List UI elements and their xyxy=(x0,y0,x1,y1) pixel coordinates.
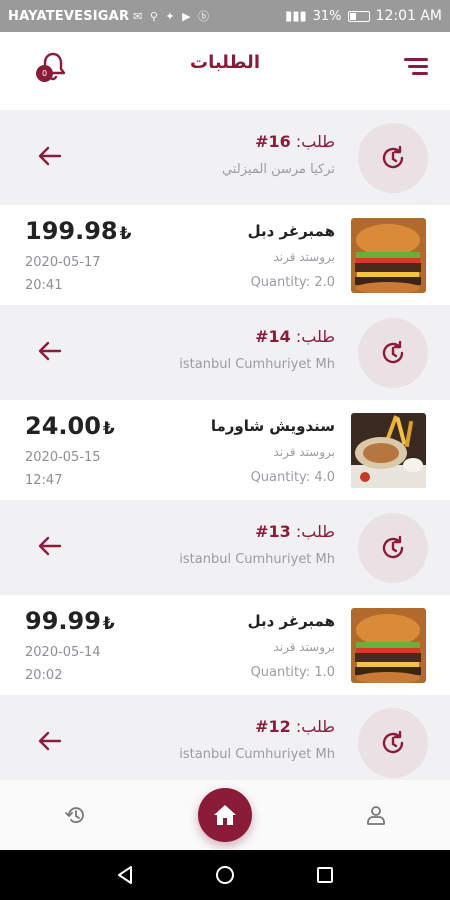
arrow-left-icon[interactable] xyxy=(36,339,64,363)
order-number: طلب: 14# xyxy=(255,327,335,346)
item-price: 24.00 ₺ xyxy=(25,412,115,440)
home-circle-icon[interactable] xyxy=(214,864,236,886)
screen: HAYATEVESIGAR ✉ ⚲ ✦ ▶ ⓑ ▮▮▮ 31% 12:01 AM… xyxy=(0,0,450,900)
order-label: طلب: xyxy=(295,132,335,151)
item-name: همبرغر دبل xyxy=(247,222,335,240)
app-header: 0 الطلبات xyxy=(0,32,450,110)
order-status-button[interactable] xyxy=(358,123,428,193)
order-status-button[interactable] xyxy=(358,513,428,583)
burger-image xyxy=(351,608,426,683)
back-icon[interactable] xyxy=(114,864,136,886)
item-quantity: Quantity: 2.0 xyxy=(250,275,335,290)
order-header[interactable]: طلب: 14# istanbul Cumhuriyet Mh xyxy=(0,305,450,400)
order-header[interactable]: طلب: 16# تركيا مرسن الميزلتي xyxy=(0,110,450,205)
item-brand: بروستد قرند xyxy=(273,445,335,459)
arrow-left-icon[interactable] xyxy=(36,534,64,558)
orders-list[interactable]: طلب: 16# تركيا مرسن الميزلتي همبرغر دبل … xyxy=(0,110,450,780)
item-brand: بروستد قرند xyxy=(273,250,335,264)
arrow-left-icon[interactable] xyxy=(36,144,64,168)
order-label: طلب: xyxy=(295,717,335,736)
history-icon xyxy=(382,340,404,364)
order-header[interactable]: طلب: 12# istanbul Cumhuriyet Mh xyxy=(0,695,450,780)
item-brand: بروستد قرند xyxy=(273,640,335,654)
currency-symbol: ₺ xyxy=(102,419,115,439)
recent-apps-icon[interactable] xyxy=(315,865,335,885)
battery-icon xyxy=(347,10,370,22)
price-value: 24.00 xyxy=(25,412,101,440)
order-address: istanbul Cumhuriyet Mh xyxy=(179,747,335,762)
user-icon[interactable] xyxy=(364,803,388,827)
notification-icons: ✉ ⚲ ✦ ▶ ⓑ xyxy=(133,10,212,23)
signal-icon: ▮▮▮ xyxy=(285,8,307,24)
order-id: 14# xyxy=(255,327,291,346)
order-number: طلب: 12# xyxy=(255,717,335,736)
arrow-left-icon[interactable] xyxy=(36,729,64,753)
item-quantity: Quantity: 4.0 xyxy=(250,470,335,485)
order-header[interactable]: طلب: 13# istanbul Cumhuriyet Mh xyxy=(0,500,450,595)
home-button[interactable] xyxy=(198,788,252,842)
system-nav-bar xyxy=(0,850,450,900)
menu-button[interactable] xyxy=(402,56,428,76)
order-time: 20:02 xyxy=(25,668,63,683)
clock: 12:01 AM xyxy=(375,8,442,24)
status-bar: HAYATEVESIGAR ✉ ⚲ ✦ ▶ ⓑ ▮▮▮ 31% 12:01 AM xyxy=(0,0,450,32)
item-price: 199.98 ₺ xyxy=(25,217,131,245)
history-icon xyxy=(382,145,404,169)
item-name: همبرغر دبل xyxy=(247,612,335,630)
currency-symbol: ₺ xyxy=(102,614,115,634)
order-item[interactable]: همبرغر دبل بروستد قرند Quantity: 1.0 99.… xyxy=(0,595,450,695)
shawarma-image xyxy=(351,413,426,488)
order-id: 12# xyxy=(255,717,291,736)
history-icon xyxy=(382,535,404,559)
order-id: 13# xyxy=(255,522,291,541)
order-time: 12:47 xyxy=(25,473,63,488)
order-address: istanbul Cumhuriyet Mh xyxy=(179,552,335,567)
carrier-label: HAYATEVESIGAR xyxy=(8,8,130,24)
order-label: طلب: xyxy=(295,522,335,541)
currency-symbol: ₺ xyxy=(119,224,132,244)
menu-icon xyxy=(404,58,428,61)
price-value: 99.99 xyxy=(25,607,101,635)
order-number: طلب: 13# xyxy=(255,522,335,541)
order-time: 20:41 xyxy=(25,278,63,293)
menu-icon-line xyxy=(412,72,428,75)
order-address: تركيا مرسن الميزلتي xyxy=(222,162,335,177)
page-title: الطلبات xyxy=(189,52,260,73)
home-icon xyxy=(214,805,236,825)
item-price: 99.99 ₺ xyxy=(25,607,115,635)
order-address: istanbul Cumhuriyet Mh xyxy=(179,357,335,372)
history-icon xyxy=(382,730,404,754)
order-status-button[interactable] xyxy=(358,708,428,778)
bottom-nav xyxy=(0,780,450,850)
battery-percent: 31% xyxy=(312,8,342,24)
order-number: طلب: 16# xyxy=(255,132,335,151)
menu-icon-line xyxy=(408,65,428,68)
order-item[interactable]: سندويش شاورما بروستد قرند Quantity: 4.0 … xyxy=(0,400,450,500)
price-value: 199.98 xyxy=(25,217,118,245)
history-icon[interactable] xyxy=(64,803,88,827)
item-name: سندويش شاورما xyxy=(210,417,335,435)
order-id: 16# xyxy=(255,132,291,151)
order-date: 2020-05-15 xyxy=(25,450,101,465)
order-date: 2020-05-17 xyxy=(25,255,101,270)
order-date: 2020-05-14 xyxy=(25,645,101,660)
burger-image xyxy=(351,218,426,293)
order-item[interactable]: همبرغر دبل بروستد قرند Quantity: 2.0 199… xyxy=(0,205,450,305)
status-right: ▮▮▮ 31% 12:01 AM xyxy=(285,8,442,24)
order-status-button[interactable] xyxy=(358,318,428,388)
order-label: طلب: xyxy=(295,327,335,346)
item-quantity: Quantity: 1.0 xyxy=(250,665,335,680)
